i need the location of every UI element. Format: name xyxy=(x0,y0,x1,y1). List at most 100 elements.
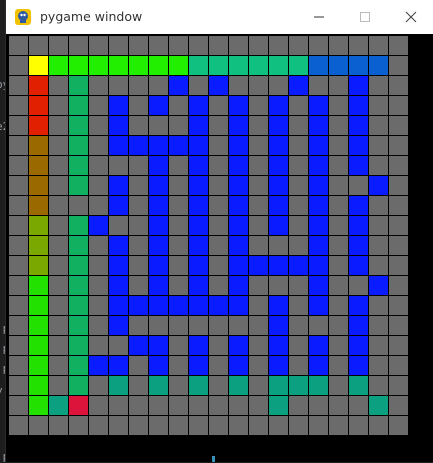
maze-wall-cell xyxy=(349,276,368,295)
maze-visited-cell xyxy=(29,256,48,275)
maze-wall-cell xyxy=(169,36,188,55)
maze-visited-cell xyxy=(189,196,208,215)
maze-wall-cell xyxy=(249,96,268,115)
maze-wall-cell xyxy=(289,336,308,355)
maze-visited-cell xyxy=(349,136,368,155)
maze-wall-cell xyxy=(309,396,328,415)
maze-wall-cell xyxy=(289,296,308,315)
maze-visited-cell xyxy=(29,76,48,95)
maze-wall-cell xyxy=(389,196,408,215)
maze-visited-cell xyxy=(149,136,168,155)
title-bar[interactable]: pygame window xyxy=(6,0,433,34)
maze-visited-cell xyxy=(189,176,208,195)
maze-wall-cell xyxy=(289,156,308,175)
maze-visited-cell xyxy=(349,96,368,115)
maze-wall-cell xyxy=(389,256,408,275)
maze-wall-cell xyxy=(89,296,108,315)
minimize-button[interactable] xyxy=(296,0,342,34)
maze-visited-cell xyxy=(269,96,288,115)
maze-wall-cell xyxy=(9,256,28,275)
maze-visited-cell xyxy=(69,216,88,235)
maze-visited-cell xyxy=(269,116,288,135)
maze-visited-cell xyxy=(29,396,48,415)
maze-wall-cell xyxy=(209,396,228,415)
maze-wall-cell xyxy=(89,196,108,215)
maze-wall-cell xyxy=(89,156,108,175)
maximize-icon xyxy=(360,12,370,22)
maze-wall-cell xyxy=(249,176,268,195)
maze-wall-cell xyxy=(49,36,68,55)
maze-wall-cell xyxy=(249,396,268,415)
maze-visited-cell xyxy=(109,176,128,195)
maze-visited-cell xyxy=(229,376,248,395)
maze-visited-cell xyxy=(89,356,108,375)
maze-wall-cell xyxy=(289,36,308,55)
maze-wall-cell xyxy=(9,356,28,375)
maze-visited-cell xyxy=(349,76,368,95)
maze-wall-cell xyxy=(89,256,108,275)
maze-wall-cell xyxy=(329,156,348,175)
maze-wall-cell xyxy=(249,376,268,395)
maze-wall-cell xyxy=(389,376,408,395)
maze-visited-cell xyxy=(309,216,328,235)
maze-visited-cell xyxy=(149,176,168,195)
maze-wall-cell xyxy=(329,216,348,235)
maze-wall-cell xyxy=(9,56,28,75)
maze-visited-cell xyxy=(109,256,128,275)
maze-visited-cell xyxy=(169,56,188,75)
maze-visited-cell xyxy=(329,56,348,75)
maze-visited-cell xyxy=(29,236,48,255)
maze-wall-cell xyxy=(169,416,188,435)
maze-wall-cell xyxy=(169,376,188,395)
maze-wall-cell xyxy=(209,156,228,175)
maze-wall-cell xyxy=(389,156,408,175)
maze-wall-cell xyxy=(349,396,368,415)
taskbar-indicator xyxy=(212,456,215,462)
maze-wall-cell xyxy=(209,236,228,255)
maze-wall-cell xyxy=(109,36,128,55)
maze-wall-cell xyxy=(49,376,68,395)
maze-wall-cell xyxy=(49,316,68,335)
maze-wall-cell xyxy=(389,56,408,75)
maze-wall-cell xyxy=(369,156,388,175)
maze-wall-cell xyxy=(369,136,388,155)
maze-visited-cell xyxy=(169,296,188,315)
maze-wall-cell xyxy=(49,156,68,175)
maze-visited-cell xyxy=(109,236,128,255)
maze-visited-cell xyxy=(109,376,128,395)
maze-wall-cell xyxy=(249,216,268,235)
maze-wall-cell xyxy=(369,96,388,115)
maze-wall-cell xyxy=(389,136,408,155)
maze-visited-cell xyxy=(29,276,48,295)
maze-visited-cell xyxy=(69,276,88,295)
maze-visited-cell xyxy=(109,356,128,375)
maze-visited-cell xyxy=(349,216,368,235)
maze-visited-cell xyxy=(309,116,328,135)
maximize-button[interactable] xyxy=(342,0,388,34)
maze-wall-cell xyxy=(289,396,308,415)
maze-visited-cell xyxy=(229,236,248,255)
maze-wall-cell xyxy=(109,336,128,355)
maze-wall-cell xyxy=(169,156,188,175)
maze-wall-cell xyxy=(329,96,348,115)
maze-visited-cell xyxy=(249,56,268,75)
maze-wall-cell xyxy=(369,316,388,335)
maze-wall-cell xyxy=(169,336,188,355)
maze-wall-cell xyxy=(289,356,308,375)
maze-visited-cell xyxy=(109,296,128,315)
maze-wall-cell xyxy=(369,356,388,375)
maze-wall-cell xyxy=(9,96,28,115)
maze-visited-cell xyxy=(29,216,48,235)
maze-wall-cell xyxy=(89,96,108,115)
maze-wall-cell xyxy=(129,216,148,235)
maze-wall-cell xyxy=(389,76,408,95)
maze-wall-cell xyxy=(9,196,28,215)
maze-wall-cell xyxy=(329,276,348,295)
close-button[interactable] xyxy=(388,0,433,34)
maze-visited-cell xyxy=(229,136,248,155)
game-canvas[interactable] xyxy=(7,34,432,457)
maze-visited-cell xyxy=(89,216,108,235)
maze-wall-cell xyxy=(289,316,308,335)
maze-wall-cell xyxy=(369,336,388,355)
maze-wall-cell xyxy=(389,356,408,375)
